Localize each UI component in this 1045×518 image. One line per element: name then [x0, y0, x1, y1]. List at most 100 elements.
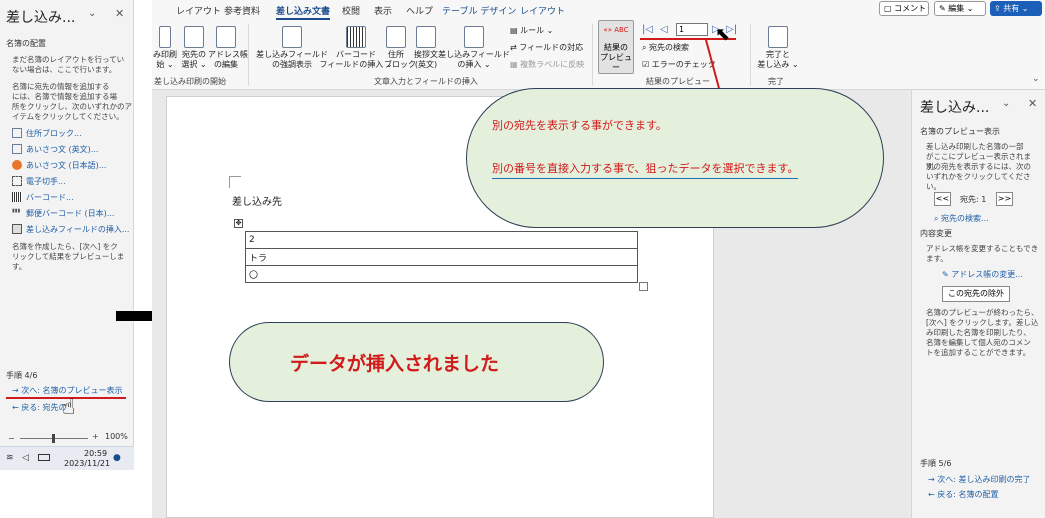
rules-button[interactable]: ▤ ルール ⌄	[510, 26, 553, 36]
find-icon: ⌕	[934, 214, 942, 223]
editing-button[interactable]: ✎ 編集 ⌄	[934, 1, 986, 16]
previous-recipient-button[interactable]: <<	[934, 192, 951, 206]
find-recipient-button[interactable]: ⌕ 宛先の検索	[642, 43, 689, 53]
p1-line: 別の宛先を表示するには、次の	[926, 162, 1031, 171]
table-resize-handle[interactable]	[639, 282, 648, 291]
close-icon[interactable]: ✕	[1028, 97, 1037, 110]
zoom-in-icon[interactable]: +	[92, 432, 99, 441]
step-indicator: 手順 5/6	[920, 459, 952, 468]
wifi-icon[interactable]: ≋	[6, 453, 14, 463]
back-step-link[interactable]: ← 戻る: 名簿の配置	[928, 489, 999, 500]
finish-icon	[768, 26, 788, 48]
intro-line: まだ名簿のレイアウトを行ってい	[12, 55, 125, 64]
group-label: 文章入力とフィールドの挿入	[374, 77, 478, 86]
insert-merge-field-button[interactable]: 差し込みフィールド の挿入 ⌄	[438, 26, 510, 70]
postage-link[interactable]: 電子切手...	[12, 176, 66, 187]
preview-results-button[interactable]: «» ABC 結果の プレビュー	[598, 20, 634, 74]
table-cell[interactable]: 2	[245, 231, 638, 249]
tab-mailings[interactable]: 差し込み文書	[276, 4, 331, 20]
desc-line: 名簿に宛先の情報を追加する	[12, 82, 110, 91]
record-number-input[interactable]: 1	[676, 23, 708, 36]
arrow-right-icon: →	[928, 475, 938, 484]
edit-address-list-link[interactable]: ✎ アドレス帳の変更...	[942, 269, 1023, 280]
table-cell[interactable]: トラ	[245, 248, 638, 266]
find-recipient-link[interactable]: ⌕ 宛先の検索...	[934, 213, 989, 224]
btn-label: 差し込み ⌄	[757, 60, 799, 69]
rules-icon: ▤	[510, 26, 521, 35]
previous-record-icon[interactable]: ◁	[660, 24, 668, 35]
greeting-line-button[interactable]: 挨拶文 (英文)	[412, 26, 440, 70]
table-row: 2	[245, 231, 638, 249]
btn-label: プレビュー	[600, 53, 632, 72]
next-recipient-button[interactable]: >>	[996, 192, 1013, 206]
tab-view[interactable]: 表示	[374, 4, 392, 17]
zoom-out-icon[interactable]: −	[8, 434, 15, 443]
mail-merge-pane-right: 差し込み... ⌄ ✕ 名簿のプレビュー表示 差し込み印刷した名簿の一部 がここ…	[911, 90, 1045, 518]
arrow-left-icon: ←	[12, 403, 22, 412]
document-heading: 差し込み先	[232, 197, 282, 208]
greeting-en-link[interactable]: あいさつ文 (英文)...	[12, 144, 98, 155]
postal-barcode-link[interactable]: ▮▮▮ 郵便バーコード (日本)...	[12, 208, 114, 219]
match-fields-button[interactable]: ⇄ フィールドの対応	[510, 43, 583, 53]
tab-layout[interactable]: レイアウト	[176, 4, 221, 17]
close-icon[interactable]: ✕	[115, 7, 124, 20]
link-label: 次へ: 差し込み印刷の完了	[937, 475, 1031, 484]
greeting-jp-link[interactable]: あいさつ文 (日本語)...	[12, 160, 106, 171]
merge-field-icon	[464, 26, 484, 48]
insert-field-link[interactable]: 差し込みフィールドの挿入...	[12, 224, 129, 235]
btn-label: 完了と	[766, 50, 790, 59]
preview-abc-icon: «» ABC	[603, 26, 629, 34]
tab-references[interactable]: 参考資料	[224, 4, 260, 17]
first-record-icon[interactable]: |◁	[642, 24, 653, 35]
exclude-recipient-button[interactable]: この宛先の除外	[942, 286, 1010, 302]
btn-label: 宛先の	[182, 50, 206, 59]
barcode-link[interactable]: バーコード...	[12, 192, 74, 203]
share-button[interactable]: ⇪ 共有 ⌄	[990, 1, 1042, 16]
address-book-icon	[216, 26, 236, 48]
update-labels-button[interactable]: ▦ 複数ラベルに反映	[510, 60, 584, 70]
mail-merge-pane-left: 差し込み... ⌄ ✕ 名簿の配置 まだ名簿のレイアウトを行ってい ない場合は、…	[0, 0, 134, 470]
next-step-link[interactable]: → 次へ: 差し込み印刷の完了	[928, 474, 1031, 485]
btn-label: (英文)	[414, 60, 438, 69]
address-block-button[interactable]: 住所 ブロック	[384, 26, 416, 70]
btn-label: ルール ⌄	[520, 26, 554, 35]
edit-list-button[interactable]: アドレス帳 の編集	[208, 26, 248, 70]
table-move-icon[interactable]: ✥	[234, 219, 243, 228]
tab-table-layout[interactable]: レイアウト	[520, 4, 565, 17]
next-link-label: 次へ: 名簿のプレビュー表示	[21, 386, 123, 395]
group-divider	[750, 24, 751, 86]
speaker-icon[interactable]: ◁	[22, 453, 29, 463]
chevron-down-icon[interactable]: ⌄	[1002, 98, 1010, 109]
btn-label: の編集	[214, 60, 238, 69]
right-pane-title: 差し込み...	[920, 100, 990, 116]
comments-button[interactable]: ▢ コメント	[879, 1, 929, 16]
tab-help[interactable]: ヘルプ	[406, 4, 433, 17]
document-icon	[159, 26, 171, 48]
link-label: 宛先の検索...	[941, 214, 989, 223]
taskbar: ≋ ◁ 20:59 2023/11/21 ●	[0, 446, 134, 470]
start-merge-button[interactable]: み印刷始 ⌄	[152, 26, 178, 70]
battery-icon[interactable]	[38, 454, 50, 461]
back-step-link[interactable]: ← 戻る: 宛先の	[12, 402, 67, 413]
postal-barcode-icon: ▮▮▮	[12, 208, 21, 214]
tab-table-design[interactable]: テーブル デザイン	[442, 4, 516, 17]
p1-line: いずれかをクリックしてください。	[926, 172, 1031, 191]
chevron-down-icon[interactable]: ⌄	[88, 8, 96, 19]
tab-review[interactable]: 校閲	[342, 4, 360, 17]
recipient-indicator: 宛先: 1	[960, 195, 987, 204]
btn-label: アドレス帳	[208, 50, 248, 59]
select-recipients-button[interactable]: 宛先の 選択 ⌄	[180, 26, 208, 70]
back-link-label: 戻る: 宛先の	[21, 403, 67, 412]
arrow-left-icon: ←	[928, 490, 938, 499]
zoom-level: 100%	[105, 432, 128, 441]
table-cell[interactable]: 〇	[245, 265, 638, 283]
finish-merge-button[interactable]: 完了と 差し込み ⌄	[756, 26, 800, 70]
zoom-thumb[interactable]	[52, 434, 55, 443]
desc-line: には、名簿で情報を追加する場	[12, 92, 117, 101]
section-heading: 名簿の配置	[6, 39, 46, 48]
bell-icon[interactable]: ●	[113, 453, 121, 463]
address-block-link[interactable]: 住所ブロック...	[12, 128, 82, 139]
intro-line: ない場合は、ここで行います。	[12, 65, 117, 74]
barcode-icon	[12, 192, 22, 202]
collapse-ribbon-icon[interactable]: ⌄	[1032, 74, 1040, 84]
